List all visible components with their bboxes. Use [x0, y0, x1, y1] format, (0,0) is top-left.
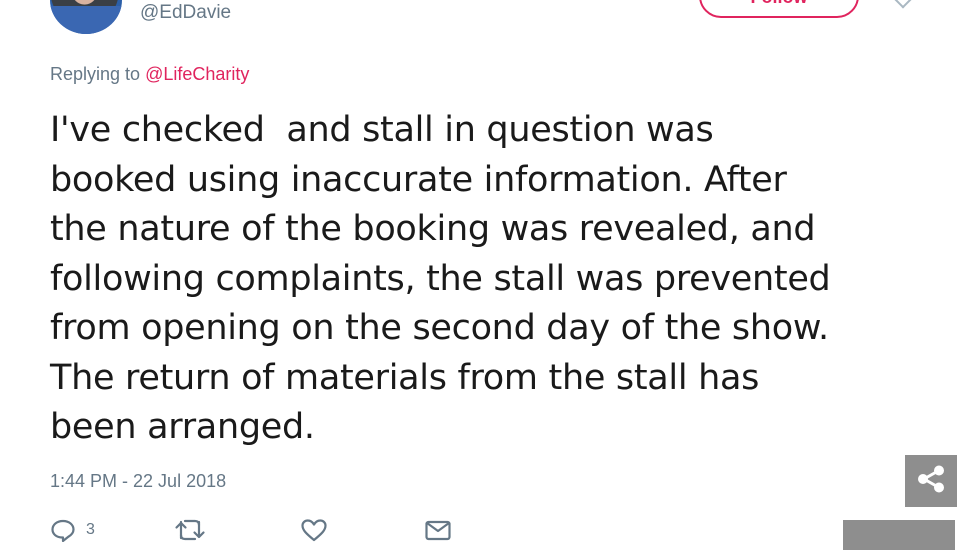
follow-button[interactable]: Follow [699, 0, 859, 18]
reply-count: 3 [86, 521, 95, 538]
like-icon[interactable] [300, 518, 328, 542]
tweet-timestamp[interactable]: 1:44 PM - 22 Jul 2018 [50, 471, 226, 492]
tweet-text: I've checked and stall in question was b… [50, 110, 831, 447]
like-action[interactable] [300, 518, 328, 542]
reply-action[interactable]: 3 [50, 518, 95, 542]
reply-mention-link[interactable]: @LifeCharity [145, 64, 249, 84]
avatar-shirt [50, 6, 122, 34]
retweet-action[interactable] [174, 518, 206, 542]
avatar[interactable] [50, 0, 122, 34]
user-handle[interactable]: @EdDavie [140, 2, 231, 24]
replying-to-label: Replying to [50, 64, 141, 84]
reply-icon[interactable] [50, 518, 76, 542]
chevron-down-icon[interactable] [894, 0, 912, 9]
share-button[interactable] [905, 455, 957, 507]
message-icon[interactable] [424, 518, 452, 542]
retweet-icon[interactable] [174, 518, 206, 542]
replying-to-line: Replying to @LifeCharity [50, 64, 249, 85]
message-action[interactable] [424, 518, 452, 542]
overlay-corner-button[interactable] [843, 520, 955, 550]
share-icon[interactable] [915, 463, 947, 499]
